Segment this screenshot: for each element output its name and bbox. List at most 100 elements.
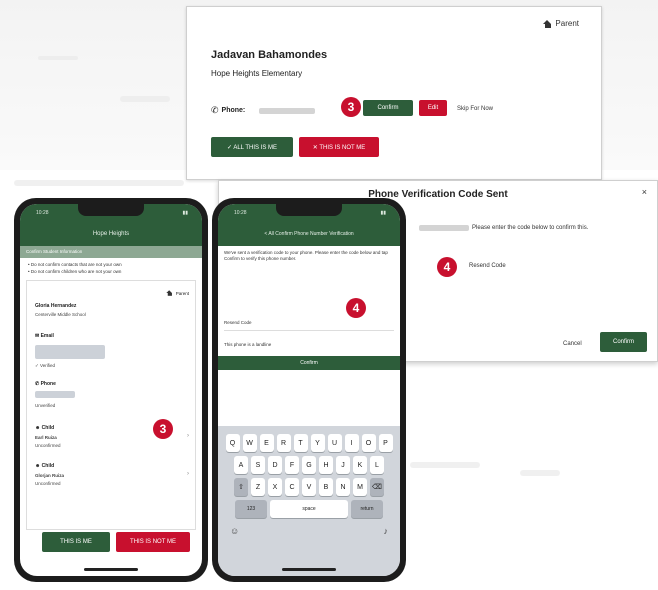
school-name: Centerville Middle School [35, 312, 86, 317]
child-label-text: Child [41, 425, 55, 431]
chevron-right-icon[interactable]: › [187, 471, 189, 477]
shift-key[interactable]: ⇧ [234, 478, 248, 496]
key-i[interactable]: I [344, 434, 359, 452]
step-badge: 3 [153, 419, 173, 439]
confirm-button[interactable]: Confirm [600, 332, 647, 352]
key-u[interactable]: U [327, 434, 342, 452]
contact-name: Jadavan Bahamondes [211, 49, 328, 61]
key-t[interactable]: T [293, 434, 308, 452]
phone-notch [78, 204, 144, 216]
contact-card: Parent Gloria Hernandez Centerville Midd… [26, 280, 196, 530]
resend-code-link[interactable]: Resend Code [224, 320, 252, 326]
key-j[interactable]: J [336, 456, 350, 474]
step-badge: 3 [341, 97, 361, 117]
skip-for-now-link[interactable]: Skip For Now [457, 106, 493, 112]
desktop-contact-card: Parent Jadavan Bahamondes Hope Heights E… [186, 6, 602, 180]
key-q[interactable]: Q [225, 434, 240, 452]
battery-icon: ▮▮ [380, 210, 386, 216]
phone-confirm-button[interactable]: Confirm [363, 100, 413, 116]
close-icon[interactable]: × [642, 187, 647, 197]
modal-instruction: Please enter the code below to confirm t… [419, 225, 588, 231]
key-s[interactable]: S [251, 456, 265, 474]
key-l[interactable]: L [370, 456, 384, 474]
app-header: Hope Heights [20, 222, 202, 246]
phone-label-text: Phone [40, 381, 56, 387]
status-time: 10:28 [36, 210, 49, 216]
key-a[interactable]: A [234, 456, 248, 474]
confirm-button[interactable]: Confirm [218, 356, 400, 370]
key-g[interactable]: G [302, 456, 316, 474]
phone-icon: ✆ [211, 105, 219, 115]
home-indicator [282, 568, 336, 571]
key-c[interactable]: C [285, 478, 299, 496]
not-me-button[interactable]: ✕ THIS IS NOT ME [299, 137, 379, 157]
contact-name: Gloria Hernandez [35, 303, 77, 309]
key-h[interactable]: H [319, 456, 333, 474]
instruction-text: Please enter the code below to confirm t… [472, 225, 589, 231]
phone-edit-button[interactable]: Edit [419, 100, 447, 116]
microphone-icon[interactable]: ♪ [384, 526, 389, 536]
phone-icon: ✆ [35, 381, 40, 387]
key-b[interactable]: B [319, 478, 333, 496]
step-badge: 4 [437, 257, 457, 277]
phone-redacted [35, 391, 75, 398]
person-icon: ☻ [35, 463, 41, 469]
keyboard-row-2: ASDFGHJKL [218, 456, 400, 474]
numbers-key[interactable]: 123 [235, 500, 267, 518]
space-key[interactable]: space [270, 500, 348, 518]
phone-row: ✆ Phone: [211, 105, 316, 116]
cancel-button[interactable]: Cancel [563, 341, 582, 347]
phone-label: Phone: [221, 107, 246, 114]
verification-message: We've sent a verification code to your p… [224, 250, 388, 261]
phone-screen: 10:28 ▮▮ Hope Heights Confirm Student In… [20, 204, 202, 576]
keyboard-row-1: QWERTYUIOP [218, 434, 400, 452]
this-is-me-button[interactable]: ✓ ALL THIS IS ME [211, 137, 293, 157]
verification-body: We've sent a verification code to your p… [224, 250, 394, 354]
child-status: Unconfirmed [35, 481, 61, 486]
chevron-right-icon[interactable]: › [187, 433, 189, 439]
delete-key[interactable]: ⌫ [370, 478, 384, 496]
phone-notch [276, 204, 342, 216]
key-o[interactable]: O [361, 434, 376, 452]
resend-code-link[interactable]: Resend Code [469, 263, 506, 269]
key-z[interactable]: Z [251, 478, 265, 496]
key-d[interactable]: D [268, 456, 282, 474]
background-blur [38, 56, 78, 60]
key-f[interactable]: F [285, 456, 299, 474]
parent-tag: Parent [543, 19, 579, 28]
parent-label: Parent [175, 290, 189, 296]
key-k[interactable]: K [353, 456, 367, 474]
this-is-me-button[interactable]: THIS IS ME [42, 532, 110, 552]
warning-text: • Do not confirm contacts that are not y… [28, 262, 122, 267]
key-w[interactable]: W [242, 434, 257, 452]
phone-mockup-1: 10:28 ▮▮ Hope Heights Confirm Student In… [14, 198, 208, 582]
not-me-button[interactable]: THIS IS NOT ME [116, 532, 190, 552]
key-e[interactable]: E [259, 434, 274, 452]
child-label-text: Child [41, 463, 55, 469]
person-icon: ☻ [35, 425, 41, 431]
landline-label[interactable]: This phone is a landline [224, 342, 271, 348]
home-indicator [84, 568, 138, 571]
emoji-icon[interactable]: ☺ [230, 526, 239, 536]
email-redacted [35, 345, 105, 359]
section-banner: Confirm Student Information [20, 246, 202, 258]
battery-icon: ▮▮ [182, 210, 188, 216]
child-label: ☻ Child [35, 463, 54, 469]
background-blur [14, 180, 184, 186]
key-v[interactable]: V [302, 478, 316, 496]
key-p[interactable]: P [378, 434, 393, 452]
email-label: ✉ Email [35, 333, 54, 339]
child-label: ☻ Child [35, 425, 54, 431]
return-key[interactable]: return [351, 500, 383, 518]
key-n[interactable]: N [336, 478, 350, 496]
step-badge: 4 [346, 298, 366, 318]
key-m[interactable]: M [353, 478, 367, 496]
key-r[interactable]: R [276, 434, 291, 452]
app-header[interactable]: < All Confirm Phone Number Verification [218, 222, 400, 246]
key-x[interactable]: X [268, 478, 282, 496]
keyboard-row-3: ⇧ Z X C V B N M ⌫ [218, 478, 400, 496]
child-name: Glorjan Ruiza [35, 473, 65, 478]
key-y[interactable]: Y [310, 434, 325, 452]
background-blur [410, 462, 480, 468]
email-icon: ✉ [35, 333, 40, 339]
